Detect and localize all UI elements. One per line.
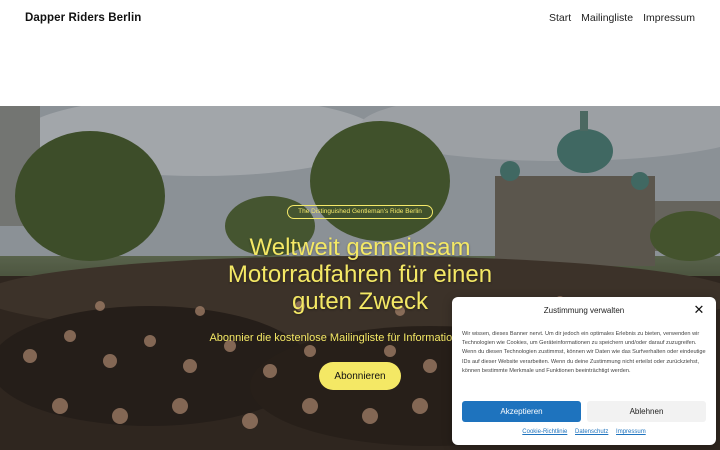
deny-button[interactable]: Ablehnen [587, 401, 706, 422]
main-nav: Start Mailingliste Impressum [549, 12, 695, 24]
subscribe-button[interactable]: Abonnieren [319, 362, 401, 390]
site-header: Dapper Riders Berlin Start Mailingliste … [0, 0, 720, 36]
nav-item-impressum[interactable]: Impressum [643, 12, 695, 24]
cookie-policy-link[interactable]: Cookie-Richtlinie [522, 429, 567, 435]
consent-title: Zustimmung verwalten [543, 306, 625, 315]
accept-button[interactable]: Akzeptieren [462, 401, 581, 422]
hero-subtitle: Abonnier die kostenlose Mailingliste für… [209, 332, 471, 344]
hero-badge: The Distinguished Gentleman's Ride Berli… [287, 205, 433, 219]
consent-links: Cookie-Richtlinie Datenschutz Impressum [452, 429, 716, 435]
site-brand[interactable]: Dapper Riders Berlin [25, 12, 141, 24]
close-icon[interactable]: ✕ [692, 303, 706, 317]
privacy-link[interactable]: Datenschutz [575, 429, 608, 435]
imprint-link[interactable]: Impressum [616, 429, 646, 435]
page: Dapper Riders Berlin Start Mailingliste … [0, 0, 720, 450]
nav-item-mailingliste[interactable]: Mailingliste [581, 12, 633, 24]
nav-item-start[interactable]: Start [549, 12, 571, 24]
consent-text: Wir wissen, dieses Banner nervt. Um dir … [462, 331, 706, 374]
consent-dialog: Zustimmung verwalten ✕ Wir wissen, diese… [452, 297, 716, 445]
